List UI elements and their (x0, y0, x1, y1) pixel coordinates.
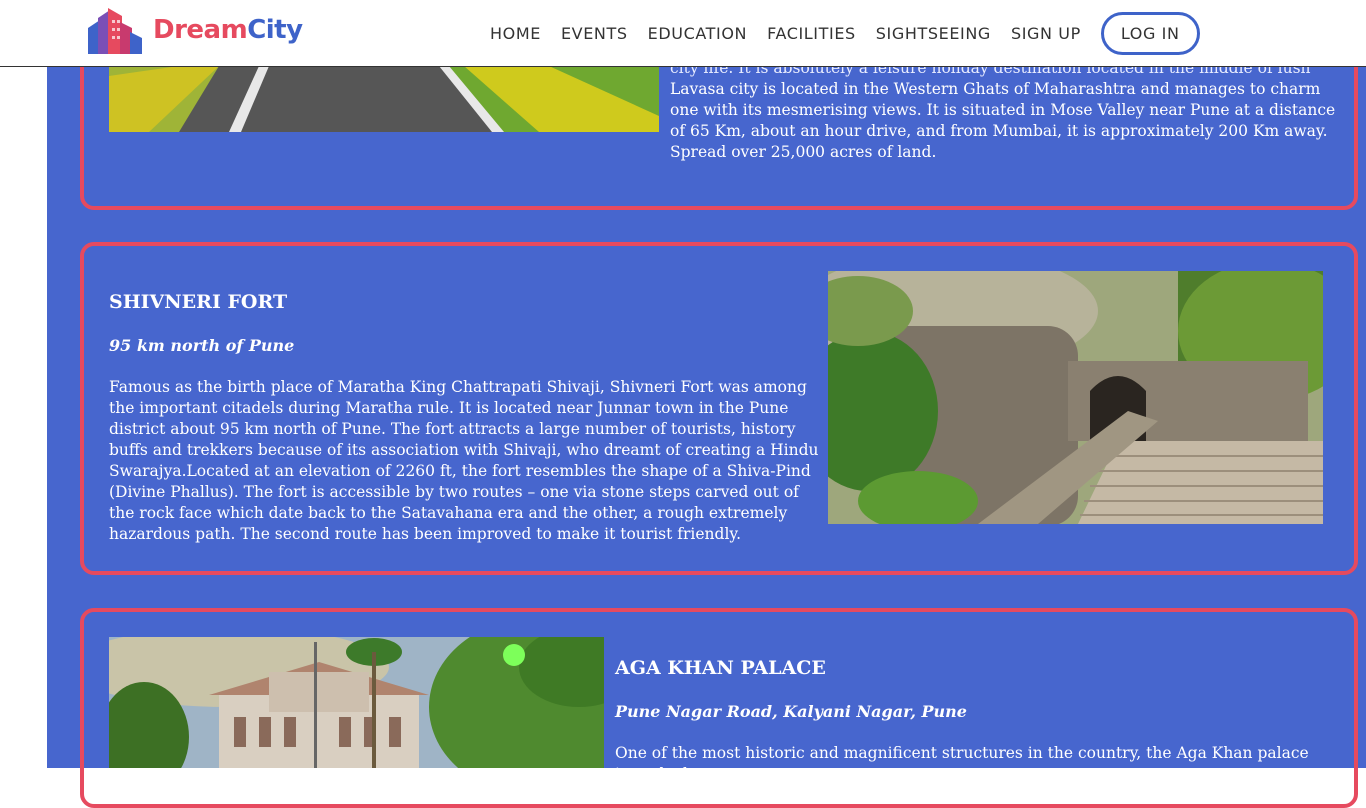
card-body: Lavasa city is located in the Western Gh… (670, 80, 1336, 161)
card-title: AGA KHAN PALACE (615, 657, 826, 679)
card-body: Famous as the birth place of Maratha Kin… (109, 378, 819, 543)
nav-sightseeing[interactable]: SIGHTSEEING (876, 24, 991, 43)
nav-home[interactable]: HOME (490, 24, 541, 43)
card-body: One of the most historic and magnificent… (615, 744, 1309, 783)
brand-dream: Dream (153, 15, 248, 45)
site-header: DreamCity HOME EVENTS EDUCATION FACILITI… (0, 0, 1366, 67)
shivneri-fort-photo (828, 271, 1323, 524)
nav-signup[interactable]: SIGN UP (1011, 24, 1081, 43)
nav-events[interactable]: EVENTS (561, 24, 628, 43)
card-title: SHIVNERI FORT (109, 291, 288, 313)
main-nav: HOME EVENTS EDUCATION FACILITIES SIGHTSE… (480, 0, 1210, 66)
nav-education[interactable]: EDUCATION (648, 24, 747, 43)
login-button[interactable]: LOG IN (1100, 11, 1200, 55)
nav-facilities[interactable]: FACILITIES (767, 24, 856, 43)
brand-name[interactable]: DreamCity (153, 15, 303, 45)
dreamcity-logo-icon[interactable] (86, 6, 146, 54)
aga-khan-palace-photo (109, 637, 604, 768)
brand-city: City (247, 15, 303, 45)
card-subtitle: Pune Nagar Road, Kalyani Nagar, Pune (615, 702, 967, 721)
card-subtitle: 95 km north of Pune (109, 336, 295, 355)
road-photo (109, 66, 659, 132)
